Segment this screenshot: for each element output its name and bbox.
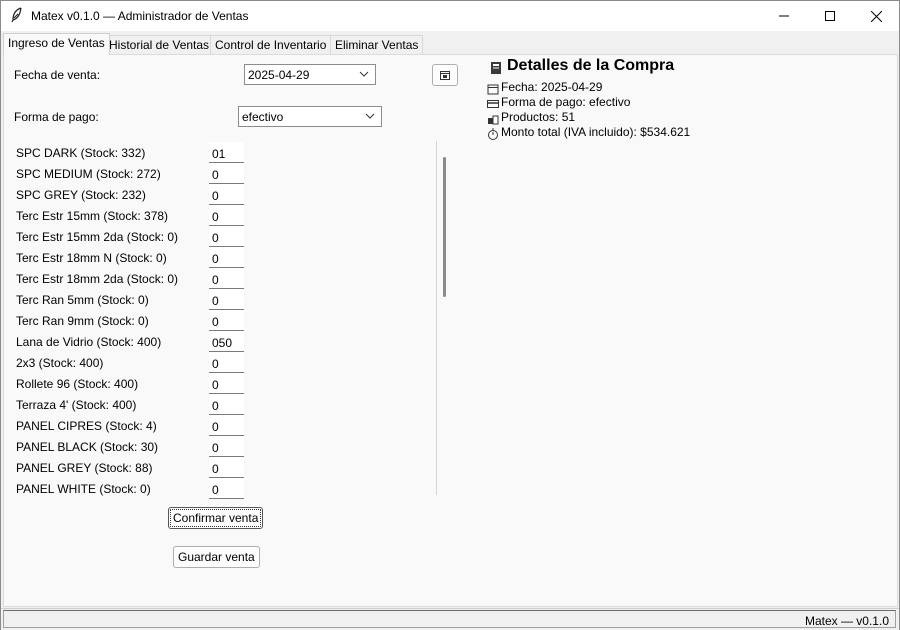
details-fecha: Fecha: 2025-04-29 [501,80,603,94]
product-label: PANEL WHITE (Stock: 0) [16,482,151,496]
stopwatch-icon [488,128,498,140]
status-frame: Matex — v0.1.0 [3,610,896,628]
product-label: Terc Estr 15mm (Stock: 378) [16,209,169,223]
product-row: SPC MEDIUM (Stock: 272) [1,163,261,184]
product-row: PANEL WHITE (Stock: 0) [1,478,261,499]
quantity-input[interactable] [209,163,244,184]
quantity-input[interactable] [209,415,244,436]
product-label: Terc Estr 18mm N (Stock: 0) [16,251,167,265]
calendar-icon [487,84,499,95]
tab-control-inventario[interactable]: Control de Inventario [210,35,332,55]
status-bar: Matex — v0.1.0 [1,608,899,630]
app-window: Matex v0.1.0 — Administrador de Ventas I… [0,0,900,630]
chevron-down-icon [359,71,369,77]
product-row: Terraza 4' (Stock: 400) [1,394,261,415]
product-label: Terc Estr 18mm 2da (Stock: 0) [16,272,179,286]
product-label: Terc Ran 5mm (Stock: 0) [16,293,149,307]
product-label: PANEL BLACK (Stock: 30) [16,440,159,454]
product-label: 2x3 (Stock: 400) [16,356,104,370]
product-row: Terc Estr 18mm 2da (Stock: 0) [1,268,261,289]
chevron-down-icon [365,113,375,119]
tab-historial-ventas[interactable]: Historial de Ventas [104,35,215,55]
pago-select[interactable]: efectivo [238,106,382,127]
product-row: PANEL BLACK (Stock: 30) [1,436,261,457]
maximize-icon [825,11,835,21]
maximize-button[interactable] [807,1,853,31]
quantity-input[interactable] [209,205,244,226]
minimize-button[interactable] [761,1,807,31]
calendar-button[interactable] [432,64,458,86]
quantity-input[interactable] [209,310,244,331]
product-row: 2x3 (Stock: 400) [1,352,261,373]
status-text: Matex — v0.1.0 [804,614,889,628]
product-row: Terc Ran 5mm (Stock: 0) [1,289,261,310]
pago-label: Forma de pago: [14,110,99,124]
product-label: Rollete 96 (Stock: 400) [16,377,139,391]
fecha-select[interactable]: 2025-04-29 [244,64,376,85]
book-icon [491,62,501,74]
title-bar: Matex v0.1.0 — Administrador de Ventas [1,1,899,31]
product-row: Lana de Vidrio (Stock: 400) [1,331,261,352]
product-row: PANEL GREY (Stock: 88) [1,457,261,478]
product-row: Terc Ran 9mm (Stock: 0) [1,310,261,331]
tab-ingreso-ventas[interactable]: Ingreso de Ventas [3,33,110,55]
quantity-input[interactable] [209,226,244,247]
product-label: SPC GREY (Stock: 232) [16,188,146,202]
product-label: Terraza 4' (Stock: 400) [16,398,137,412]
quantity-input[interactable] [209,478,244,499]
product-label: PANEL CIPRES (Stock: 4) [16,419,157,433]
minimize-icon [779,15,789,17]
confirmar-venta-button[interactable]: Confirmar venta [168,507,264,529]
product-row: Terc Estr 15mm 2da (Stock: 0) [1,226,261,247]
product-label: Terc Ran 9mm (Stock: 0) [16,314,149,328]
product-label: SPC MEDIUM (Stock: 272) [16,167,161,181]
quantity-input[interactable] [209,247,244,268]
product-row: Terc Estr 18mm N (Stock: 0) [1,247,261,268]
quantity-input[interactable] [209,352,244,373]
product-row: PANEL CIPRES (Stock: 4) [1,415,261,436]
tab-eliminar-ventas[interactable]: Eliminar Ventas [330,35,424,55]
quantity-input[interactable] [209,184,244,205]
details-productos: Productos: 51 [501,110,576,124]
product-row: Rollete 96 (Stock: 400) [1,373,261,394]
close-icon [870,10,882,22]
fecha-label: Fecha de venta: [14,68,101,82]
shopping-bags-icon [488,115,499,125]
quantity-input[interactable] [209,394,244,415]
quantity-input[interactable] [209,268,244,289]
quantity-input[interactable] [209,373,244,394]
product-label: Terc Estr 15mm 2da (Stock: 0) [16,230,179,244]
pago-value: efectivo [242,110,284,124]
product-list-scrollbar[interactable] [443,157,446,297]
close-button[interactable] [853,1,899,31]
window-title: Matex v0.1.0 — Administrador de Ventas [31,9,249,23]
product-label: PANEL GREY (Stock: 88) [16,461,153,475]
quantity-input[interactable] [209,331,244,352]
product-row: Terc Estr 15mm (Stock: 378) [1,205,261,226]
calendar-icon [440,71,450,80]
feather-icon [11,7,22,23]
product-label: SPC DARK (Stock: 332) [16,146,146,160]
credit-card-icon [487,100,499,108]
quantity-input[interactable] [209,457,244,478]
product-label: Lana de Vidrio (Stock: 400) [16,335,162,349]
list-divider [436,141,437,495]
guardar-venta-button[interactable]: Guardar venta [173,546,260,568]
tab-bar: Ingreso de Ventas Historial de Ventas Co… [1,33,899,55]
product-row: SPC GREY (Stock: 232) [1,184,261,205]
fecha-value: 2025-04-29 [248,68,310,82]
quantity-input[interactable] [209,436,244,457]
quantity-input[interactable] [209,142,244,163]
product-row: SPC DARK (Stock: 332) [1,142,261,163]
details-title: Detalles de la Compra [507,57,675,74]
details-monto: Monto total (IVA incluido): $534.621 [501,125,691,139]
quantity-input[interactable] [209,289,244,310]
details-pago: Forma de pago: efectivo [501,95,631,109]
